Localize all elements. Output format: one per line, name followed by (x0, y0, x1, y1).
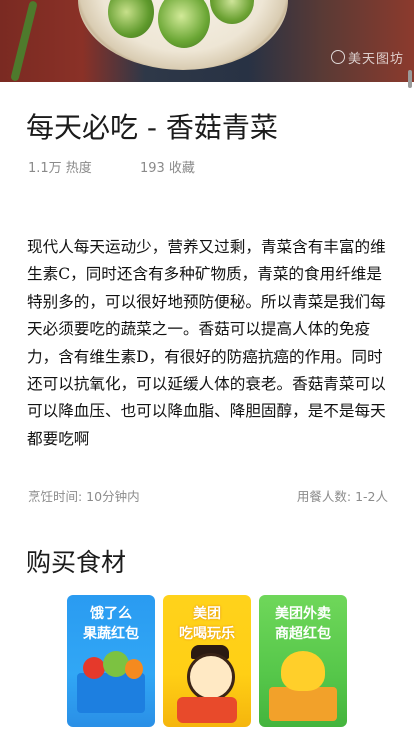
servings: 用餐人数: 1-2人 (296, 489, 388, 504)
meituan-entertainment-card[interactable]: 美团 吃喝玩乐 (163, 595, 251, 727)
scrollbar[interactable] (408, 70, 412, 88)
vegetable-stem (10, 0, 38, 82)
hotpot-icon (177, 697, 237, 723)
eleme-produce-coupon-card[interactable]: 饿了么 果蔬红包 (67, 595, 155, 727)
card-title: 美团外卖 商超红包 (275, 605, 331, 641)
watermark: 美天图坊 (330, 48, 404, 67)
watermark-logo-icon (330, 50, 345, 64)
shopping-cart-icon (269, 687, 337, 721)
basket-icon (77, 673, 145, 713)
kangaroo-mascot-icon (281, 651, 325, 691)
orange-icon (125, 659, 143, 679)
buy-ingredients-title: 购买食材 (26, 548, 127, 577)
heat-count: 1.1万 热度 (28, 161, 92, 176)
card-title: 饿了么 果蔬红包 (83, 605, 139, 641)
favorites-count[interactable]: 193 收藏 (140, 161, 195, 176)
mascot-face-icon (187, 653, 235, 701)
watermark-text: 美天图坊 (347, 52, 404, 67)
recipe-hero-image: 美天图坊 (0, 0, 414, 82)
recipe-description: 现代人每天运动少，营养又过剩，青菜含有丰富的维生素C，同时还含有多种矿物质，青菜… (27, 238, 386, 448)
tomato-icon (83, 657, 105, 679)
cook-time: 烹饪时间: 10分钟内 (28, 489, 140, 504)
meituan-supermarket-coupon-card[interactable]: 美团外卖 商超红包 (259, 595, 347, 727)
recipe-stats: 1.1万 热度 193 收藏 (28, 157, 195, 176)
recipe-title: 每天必吃 - 香菇青菜 (26, 111, 278, 144)
card-title: 美团 吃喝玩乐 (179, 605, 235, 641)
